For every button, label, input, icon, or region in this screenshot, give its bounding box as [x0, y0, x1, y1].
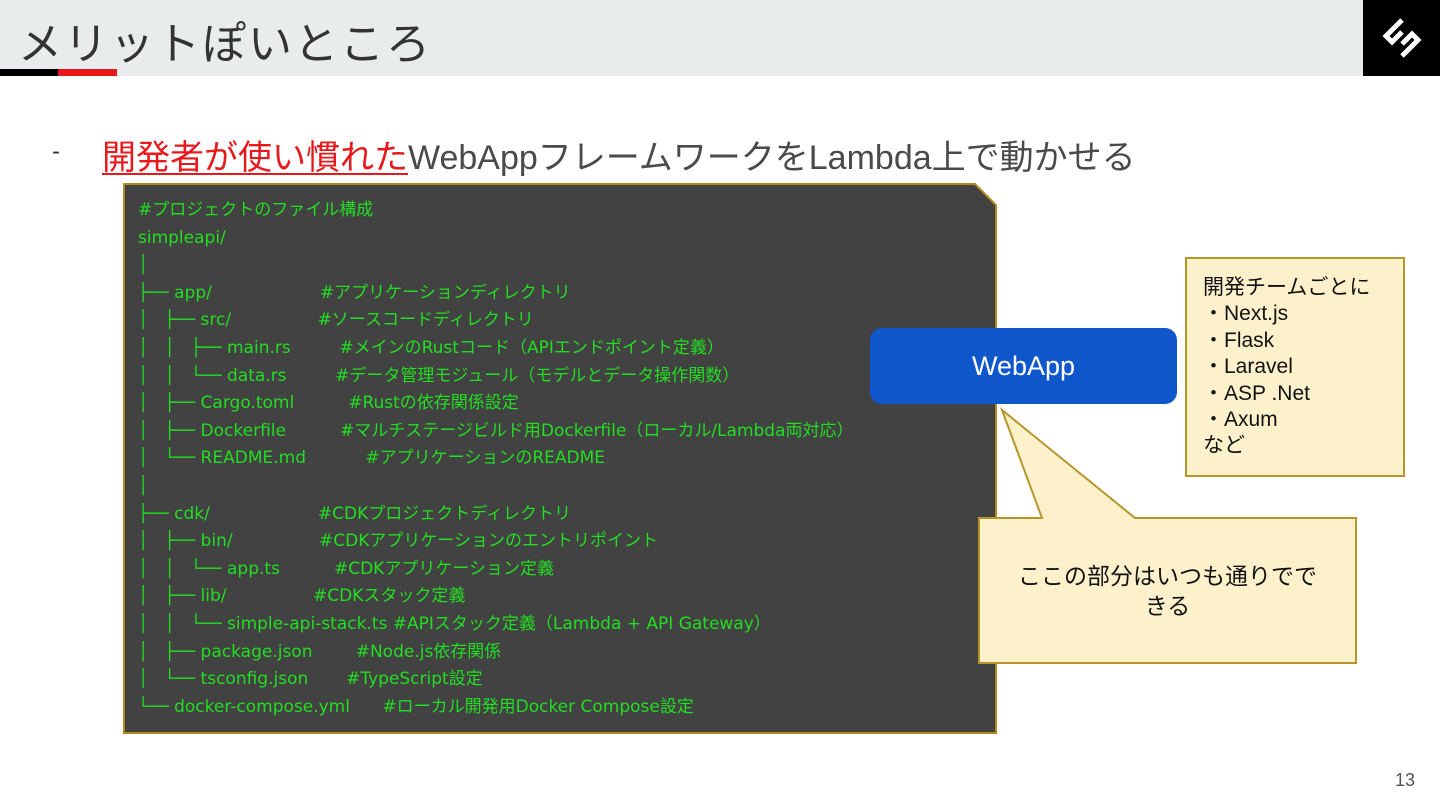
headline-highlight: 開発者が使い慣れた [102, 139, 408, 177]
code-line: #プロジェクトのファイル構成 [138, 200, 374, 220]
note-item: ・ASP .Net [1203, 381, 1310, 405]
brand-logo-icon [1382, 18, 1422, 58]
code-line: │ [138, 255, 149, 276]
note-item: ・Axum [1203, 408, 1278, 432]
code-line: ├── app/ #アプリケーションディレクトリ [138, 282, 571, 303]
code-line: │ ├── package.json #Node.js依存関係 [138, 641, 502, 662]
code-line: │ ├── lib/ #CDKスタック定義 [138, 586, 466, 607]
code-line: simpleapi/ [138, 227, 226, 248]
code-line: │ └── tsconfig.json #TypeScript設定 [138, 669, 483, 690]
callout-text-line2: きる [1144, 594, 1191, 620]
headline-rest: WebAppフレームワークをLambda上で動かせる [408, 139, 1136, 177]
code-line: │ │ └── app.ts #CDKアプリケーション定義 [138, 558, 554, 579]
bullet-dash: - [52, 138, 60, 165]
code-line: │ │ └── data.rs #データ管理モジュール（モデルとデータ操作関数） [138, 365, 740, 386]
page-number: 13 [1395, 770, 1416, 790]
title-underline-red [58, 69, 117, 76]
code-line: │ └── README.md #アプリケーションのREADME [138, 448, 606, 469]
callout-text: ここの部分はいつも通りでで きる [990, 562, 1345, 622]
code-listing: #プロジェクトのファイル構成 simpleapi/ │ ├── app/ #アプリケー… [138, 197, 854, 721]
code-line: │ ├── bin/ #CDKアプリケーションのエントリポイント [138, 531, 659, 552]
code-line: │ ├── Dockerfile #マルチステージビルド用Dockerfile（… [138, 420, 854, 441]
note-item: ・Flask [1203, 328, 1275, 352]
code-block: #プロジェクトのファイル構成 simpleapi/ │ ├── app/ #アプリケー… [123, 183, 997, 734]
headline: 開発者が使い慣れたWebAppフレームワークをLambda上で動かせる [102, 130, 1136, 179]
note-item: ・Next.js [1203, 302, 1289, 326]
callout-text-line1: ここの部分はいつも通りでで [1018, 564, 1317, 590]
code-line: └── docker-compose.yml #ローカル開発用Docker Co… [138, 696, 694, 717]
code-line: │ │ └── simple-api-stack.ts #APIスタック定義（L… [138, 613, 771, 634]
framework-note: 開発チームごとに ・Next.js ・Flask ・Laravel ・ASP .… [1185, 257, 1405, 477]
brand-logo [1363, 0, 1440, 76]
code-line: │ ├── src/ #ソースコードディレクトリ [138, 310, 534, 331]
note-item: ・Laravel [1203, 355, 1293, 379]
code-line: │ [138, 475, 149, 496]
note-heading: 開発チームごとに [1203, 276, 1371, 299]
code-line: │ ├── Cargo.toml #Rustの依存関係設定 [138, 393, 519, 414]
note-footer: など [1203, 434, 1245, 458]
slide-header: メリットぽいところ [0, 0, 1363, 76]
code-line: ├── cdk/ #CDKプロジェクトディレクトリ [138, 503, 572, 524]
webapp-box: WebApp [870, 328, 1177, 404]
title-underline-black [0, 69, 58, 76]
slide-title: メリットぽいところ [18, 19, 432, 70]
code-line: │ │ ├── main.rs #メインのRustコード（APIエンドポイント定… [138, 337, 724, 358]
